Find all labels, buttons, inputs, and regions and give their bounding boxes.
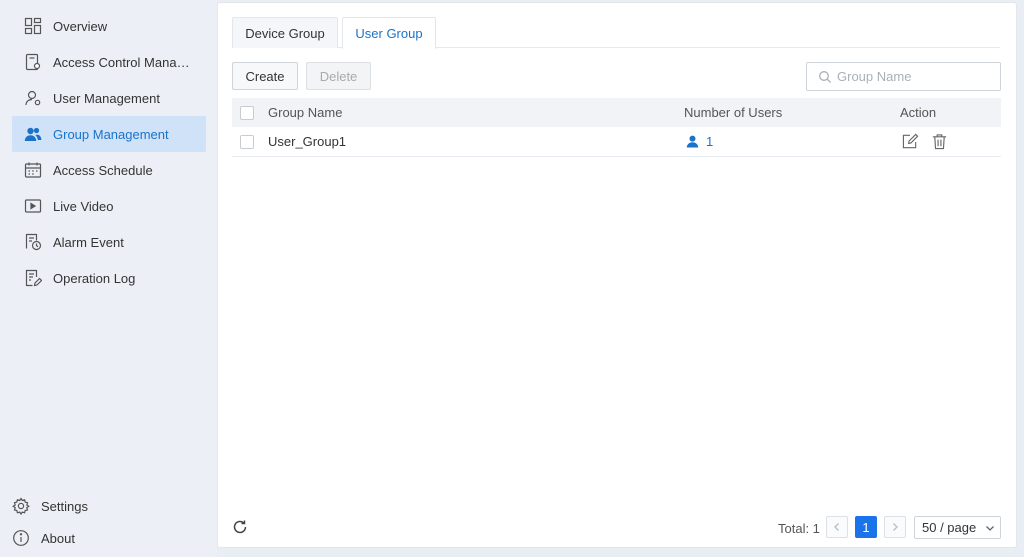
prev-page-button[interactable]: [826, 516, 848, 538]
sidebar-item-label: Overview: [53, 18, 108, 34]
log-edit-icon: [23, 268, 43, 288]
search-box[interactable]: [806, 62, 1001, 91]
table-header: Group Name Number of Users Action: [232, 98, 1001, 127]
chevron-down-icon: [986, 525, 995, 531]
calendar-icon: [23, 160, 43, 180]
sidebar-item-label: User Management: [53, 90, 160, 106]
create-button[interactable]: Create: [232, 62, 298, 90]
sidebar-item-overview[interactable]: Overview: [12, 8, 206, 44]
gear-icon: [12, 497, 30, 515]
sidebar-item-label: Live Video: [53, 198, 114, 214]
sidebar-item-label: Operation Log: [53, 270, 136, 286]
sidebar-item-live-video[interactable]: Live Video: [12, 188, 206, 224]
column-header-group-name: Group Name: [268, 105, 343, 120]
table-row: User_Group1 1: [232, 127, 1001, 157]
sidebar-item-operation-log[interactable]: Operation Log: [12, 260, 206, 296]
dashboard-grid-icon: [23, 16, 43, 36]
about-label: About: [41, 530, 75, 546]
sidebar-item-access-schedule[interactable]: Access Schedule: [12, 152, 206, 188]
chevron-left-icon: [834, 523, 839, 531]
column-header-number-of-users: Number of Users: [684, 105, 783, 120]
info-icon: [12, 529, 30, 547]
sidebar-item-user-management[interactable]: User Management: [12, 80, 206, 116]
delete-button[interactable]: Delete: [306, 62, 371, 90]
refresh-icon[interactable]: [232, 519, 250, 537]
tab-device-group[interactable]: Device Group: [232, 17, 338, 48]
page-number-button[interactable]: 1: [855, 516, 877, 538]
page-size-value: 50 / page: [922, 520, 977, 535]
alarm-clock-icon: [23, 232, 43, 252]
sidebar-item-settings[interactable]: Settings: [12, 492, 162, 520]
sidebar-item-about[interactable]: About: [12, 524, 162, 552]
settings-label: Settings: [41, 498, 88, 514]
group-icon: [23, 124, 43, 144]
select-all-checkbox[interactable]: [240, 105, 254, 120]
total-count: Total: 1: [778, 520, 820, 536]
sidebar-item-group-management[interactable]: Group Management: [12, 116, 206, 152]
sidebar-item-label: Group Management: [53, 126, 169, 142]
edit-icon[interactable]: [901, 133, 919, 151]
chevron-right-icon: [893, 523, 898, 531]
sidebar-item-label: Alarm Event: [53, 234, 124, 250]
tab-bar: Device Group User Group: [232, 17, 1000, 49]
next-page-button[interactable]: [884, 516, 906, 538]
group-name-cell: User_Group1: [268, 134, 347, 149]
user-count-link[interactable]: 1: [686, 134, 713, 149]
row-checkbox[interactable]: [240, 134, 254, 149]
main-panel: Device Group User Group Create Delete Gr…: [217, 2, 1017, 548]
trash-icon[interactable]: [930, 133, 948, 151]
tab-user-group[interactable]: User Group: [342, 17, 436, 49]
search-icon: [818, 70, 832, 84]
sidebar-item-label: Access Control Manag...: [53, 54, 193, 70]
page-size-select[interactable]: 50 / page: [914, 516, 1001, 539]
sidebar-item-access-control[interactable]: Access Control Manag...: [12, 44, 206, 80]
user-icon: [23, 88, 43, 108]
search-input[interactable]: [837, 69, 987, 84]
user-count: 1: [706, 134, 714, 149]
sidebar-item-alarm-event[interactable]: Alarm Event: [12, 224, 206, 260]
access-device-icon: [23, 52, 43, 72]
sidebar-item-label: Access Schedule: [53, 162, 153, 178]
column-header-action: Action: [900, 105, 937, 120]
video-icon: [23, 196, 43, 216]
user-icon: [686, 135, 699, 148]
sidebar: Overview Access Control Manag... User Ma…: [0, 0, 217, 557]
